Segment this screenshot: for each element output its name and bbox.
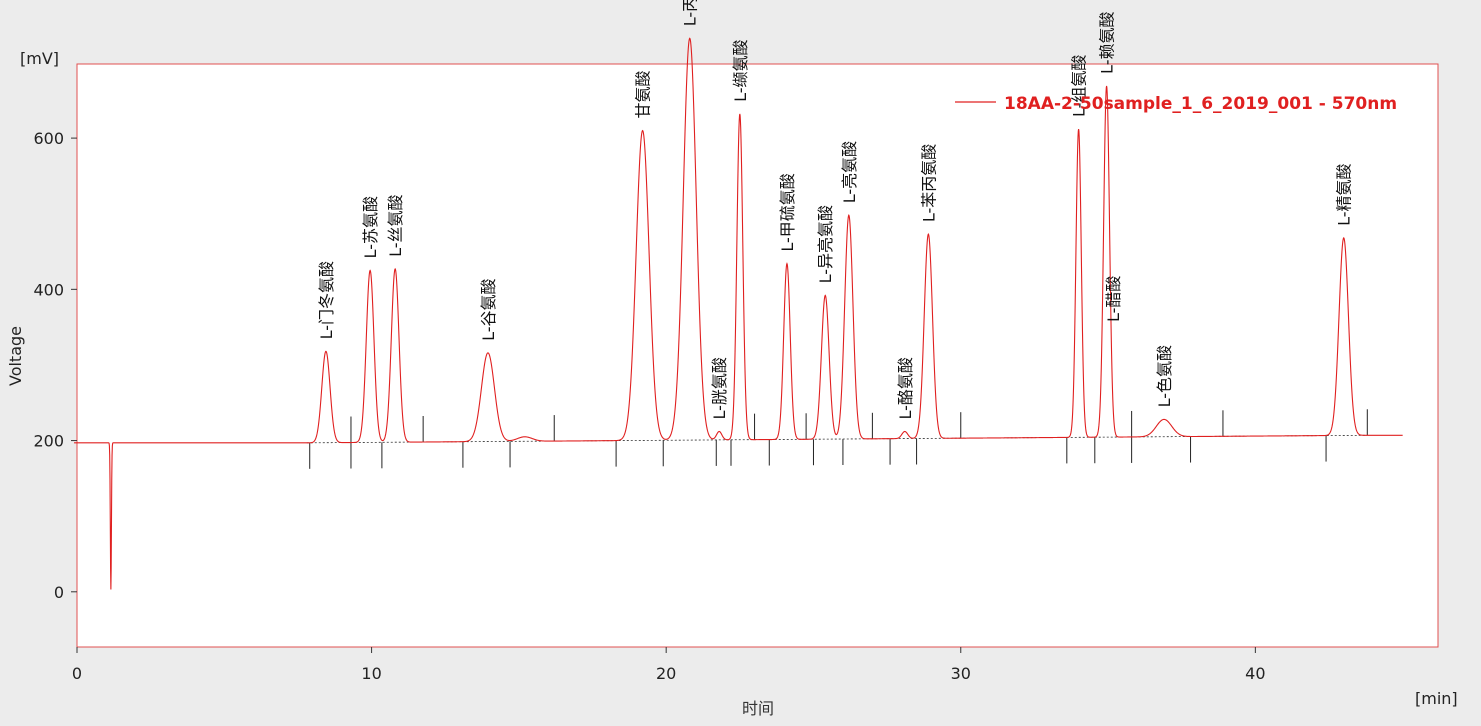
x-tick-label-2: 20: [656, 664, 676, 683]
plot-area: [76, 63, 1439, 648]
peak-label-0: L-门冬氨酸: [317, 261, 336, 339]
peak-label-7: L-胱氨酸: [710, 357, 729, 419]
x-tick-label-3: 30: [951, 664, 971, 683]
peak-label-11: L-亮氨酸: [840, 141, 859, 203]
peak-label-2: L-丝氨酸: [386, 194, 405, 256]
y-unit-label: [mV]: [20, 49, 59, 68]
x-unit-label: [min]: [1415, 689, 1458, 708]
legend-series-name: 18AA-2-50sample_1_6_2019_001 - 570nm: [1004, 94, 1397, 114]
x-tick-label-0: 0: [72, 664, 82, 683]
peak-label-1: L-苏氨酸: [361, 196, 380, 258]
y-axis-title: Voltage: [6, 326, 25, 386]
extra-peak-label-0: L-醋酸: [1104, 276, 1123, 322]
peak-label-3: L-谷氨酸: [479, 278, 498, 340]
y-tick-label-2: 400: [33, 280, 64, 299]
peak-label-9: L-甲硫氨酸: [778, 173, 797, 251]
y-tick-label-1: 200: [33, 432, 64, 451]
peak-label-6: L-丙氨酸: [681, 0, 700, 26]
peak-label-5: 甘氨酸: [634, 71, 653, 119]
y-tick-label-3: 600: [33, 129, 64, 148]
peak-label-17: L-精氨酸: [1335, 163, 1354, 225]
chromatogram-chart: 0 10 20 30 40 0 200 400 600 L-门冬氨酸 L-苏氨酸 L-丝氨酸 L-谷氨…: [0, 0, 1481, 722]
x-tick-label-4: 40: [1245, 664, 1265, 683]
chromatogram-svg: 0 10 20 30 400200400600 L-门冬氨酸L-苏氨酸 L-丝氨酸L-谷氨…: [6, 0, 1458, 718]
peak-label-15: L-赖氨酸: [1098, 12, 1117, 74]
peak-label-16: L-色氨酸: [1155, 345, 1174, 407]
peak-label-12: L-酪氨酸: [896, 357, 915, 419]
peak-label-13: L-苯丙氨酸: [919, 144, 938, 222]
peak-label-10: L-异亮氨酸: [816, 205, 835, 283]
y-tick-label-0: 0: [54, 583, 64, 602]
x-tick-label-1: 10: [361, 664, 381, 683]
x-axis-title: 时间: [742, 699, 774, 718]
legend: 18AA-2-50sample_1_6_2019_001 - 570nm: [955, 94, 1397, 114]
peak-label-8: L-缬氨酸: [731, 39, 750, 101]
